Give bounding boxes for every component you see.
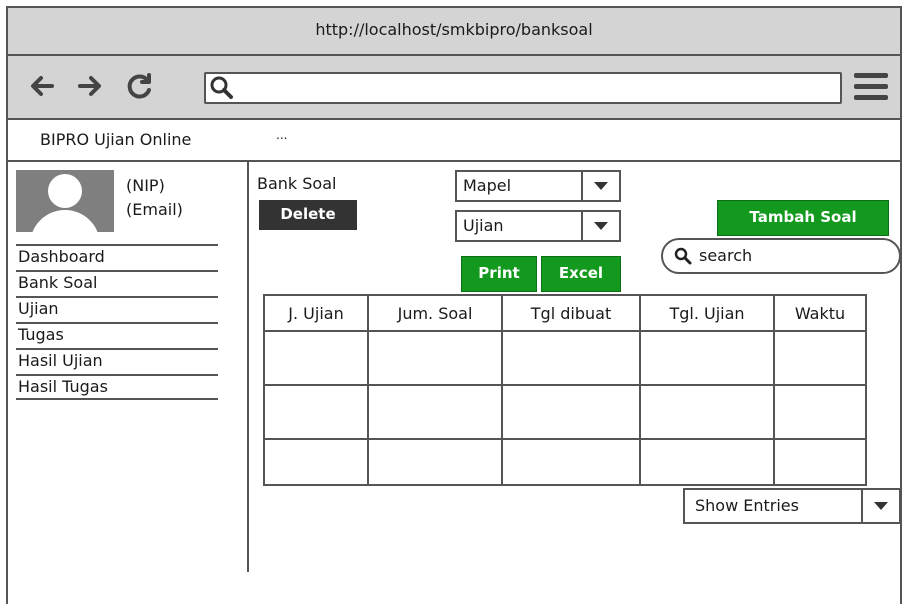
search-placeholder: search [699, 246, 753, 265]
avatar [16, 170, 114, 232]
column-header-j-ujian[interactable]: J. Ujian [263, 294, 369, 332]
chevron-down-icon[interactable] [861, 490, 899, 522]
sidebar-item-ujian[interactable]: Ujian [16, 296, 218, 322]
table-row[interactable] [263, 330, 867, 386]
browser-window: http://localhost/smkbipro/banksoal BIPRO… [6, 6, 902, 604]
table-cell [263, 384, 369, 440]
app-title: BIPRO Ujian Online [40, 130, 192, 149]
table-cell [773, 438, 867, 486]
back-arrow-icon[interactable] [26, 70, 58, 102]
hamburger-menu-icon[interactable] [854, 73, 888, 103]
table-cell [367, 384, 503, 440]
table-row[interactable] [263, 438, 867, 486]
delete-button[interactable]: Delete [259, 200, 357, 230]
table-cell [773, 330, 867, 386]
reload-icon[interactable] [124, 70, 156, 102]
show-entries-label: Show Entries [695, 496, 799, 515]
column-header-waktu[interactable]: Waktu [773, 294, 867, 332]
profile-email: (Email) [126, 200, 183, 219]
chevron-down-icon[interactable] [581, 172, 619, 200]
table-cell [773, 384, 867, 440]
table-cell [639, 438, 775, 486]
bank-soal-table: J. Ujian Jum. Soal Tgl dibuat Tgl. Ujian… [263, 294, 867, 486]
window-title: http://localhost/smkbipro/banksoal [8, 8, 900, 56]
excel-button[interactable]: Excel [541, 256, 621, 292]
chevron-down-icon[interactable] [581, 212, 619, 240]
table-cell [501, 330, 641, 386]
column-header-tgl-ujian[interactable]: Tgl. Ujian [639, 294, 775, 332]
sidebar-menu: Dashboard Bank Soal Ujian Tugas Hasil Uj… [16, 244, 218, 400]
ujian-select-value: Ujian [463, 216, 504, 235]
table-row[interactable] [263, 384, 867, 440]
search-icon [673, 246, 693, 266]
sidebar-item-tugas[interactable]: Tugas [16, 322, 218, 348]
column-header-jum-soal[interactable]: Jum. Soal [367, 294, 503, 332]
search-icon [208, 74, 236, 102]
mapel-select[interactable]: Mapel [455, 170, 621, 202]
table-cell [263, 438, 369, 486]
page-title: Bank Soal [257, 174, 337, 193]
table-cell [367, 438, 503, 486]
sidebar-item-hasil-ujian[interactable]: Hasil Ujian [16, 348, 218, 374]
sidebar-item-bank-soal[interactable]: Bank Soal [16, 270, 218, 296]
sidebar-item-dashboard[interactable]: Dashboard [16, 244, 218, 270]
profile-nip: (NIP) [126, 176, 165, 195]
browser-toolbar [8, 56, 900, 120]
app-header-extra: ... [276, 128, 288, 142]
table-header-row: J. Ujian Jum. Soal Tgl dibuat Tgl. Ujian… [263, 294, 867, 332]
show-entries-select[interactable]: Show Entries [683, 488, 901, 524]
search-input[interactable]: search [661, 238, 901, 274]
print-button[interactable]: Print [461, 256, 537, 292]
table-cell [501, 384, 641, 440]
table-cell [639, 384, 775, 440]
tambah-soal-button[interactable]: Tambah Soal [717, 200, 889, 236]
app-header: BIPRO Ujian Online ... [8, 120, 900, 162]
table-cell [639, 330, 775, 386]
forward-arrow-icon[interactable] [74, 70, 106, 102]
main-content: Bank Soal Delete Mapel Ujian Tambah Soal… [251, 162, 901, 602]
table-cell [367, 330, 503, 386]
column-header-tgl-dibuat[interactable]: Tgl dibuat [501, 294, 641, 332]
address-bar[interactable] [204, 72, 842, 104]
ujian-select[interactable]: Ujian [455, 210, 621, 242]
table-cell [263, 330, 369, 386]
mapel-select-value: Mapel [463, 176, 512, 195]
sidebar-item-hasil-tugas[interactable]: Hasil Tugas [16, 374, 218, 400]
sidebar: (NIP) (Email) Dashboard Bank Soal Ujian … [8, 162, 249, 572]
table-cell [501, 438, 641, 486]
